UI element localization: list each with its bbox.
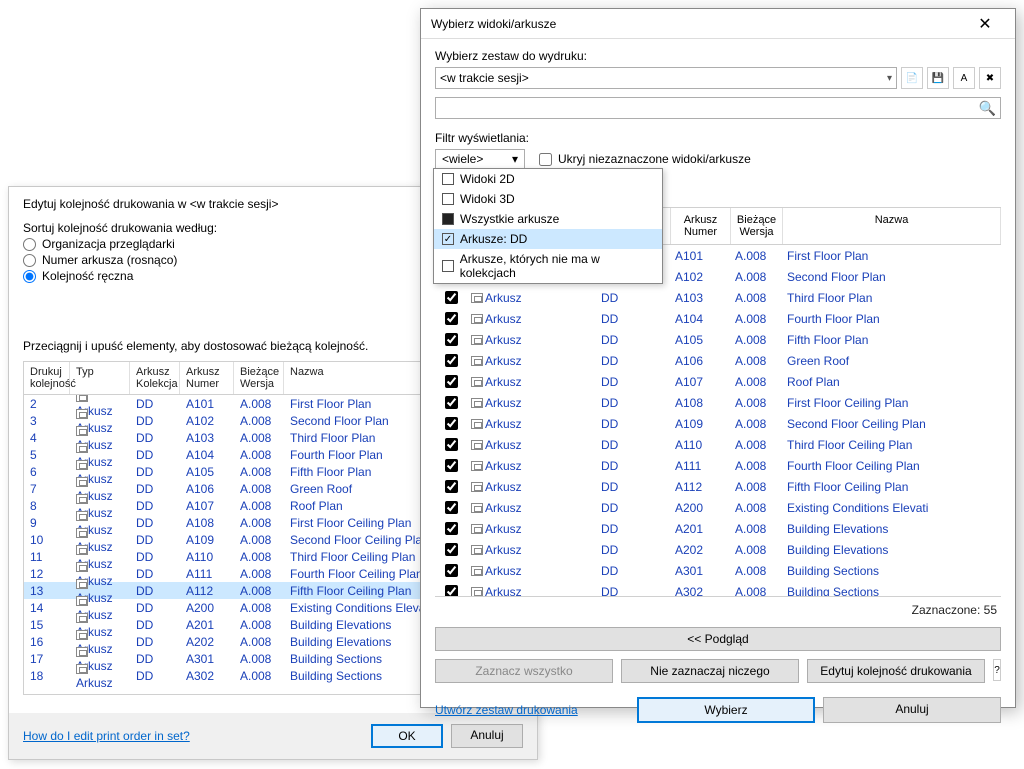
checkbox-icon	[442, 260, 454, 272]
search-input[interactable]: 🔍	[435, 97, 1001, 119]
table-row[interactable]: ArkuszDDA105A.008Fifth Floor Plan	[435, 329, 1001, 350]
sheet-icon	[471, 440, 483, 450]
sheet-icon	[471, 587, 483, 597]
sheet-icon	[76, 596, 88, 606]
sheet-icon	[471, 293, 483, 303]
sheet-icon	[76, 562, 88, 572]
sheet-icon	[76, 613, 88, 623]
print-set-dropdown[interactable]: <w trakcie sesji>▾	[435, 67, 897, 89]
print-set-label: Wybierz zestaw do wydruku:	[435, 49, 1001, 63]
sheet-icon	[76, 528, 88, 538]
table-row[interactable]: ArkuszDDA107A.008Roof Plan	[435, 371, 1001, 392]
delete-icon[interactable]: ✖	[979, 67, 1001, 89]
sheet-icon	[76, 579, 88, 589]
table-row[interactable]: ArkuszDDA302A.008Building Sections	[435, 581, 1001, 597]
sheet-icon	[76, 426, 88, 436]
save-icon[interactable]: 💾	[927, 67, 949, 89]
filter-menu-item[interactable]: Widoki 3D	[434, 189, 662, 209]
filter-menu-item[interactable]: Wszystkie arkusze	[434, 209, 662, 229]
copy-icon[interactable]: 📄	[901, 67, 923, 89]
sheet-icon	[471, 398, 483, 408]
sheet-icon	[471, 503, 483, 513]
select-views-sheets-dialog: Wybierz widoki/arkusze ✕ Wybierz zestaw …	[420, 8, 1016, 708]
sheet-icon	[471, 524, 483, 534]
sheet-icon	[471, 335, 483, 345]
filter-menu-item[interactable]: Arkusze, których nie ma w kolekcjach	[434, 249, 662, 283]
selected-count: Zaznaczone: 55	[435, 597, 1001, 619]
table-row[interactable]: ArkuszDDA202A.008Building Elevations	[435, 539, 1001, 560]
display-filter-dropdown[interactable]: <wiele>▾	[435, 149, 525, 169]
checkbox-icon	[442, 233, 454, 245]
table-row[interactable]: ArkuszDDA109A.008Second Floor Ceiling Pl…	[435, 413, 1001, 434]
sheet-icon	[471, 461, 483, 471]
sheet-icon	[76, 545, 88, 555]
table-row[interactable]: ArkuszDDA110A.008Third Floor Ceiling Pla…	[435, 434, 1001, 455]
help-link[interactable]: How do I edit print order in set?	[23, 729, 190, 743]
titlebar[interactable]: Wybierz widoki/arkusze ✕	[421, 9, 1015, 39]
filter-menu-item[interactable]: Widoki 2D	[434, 169, 662, 189]
checkbox-icon	[442, 173, 454, 185]
sheet-icon	[76, 647, 88, 657]
sheet-icon	[76, 630, 88, 640]
sheet-icon	[76, 664, 88, 674]
hide-unchecked-checkbox[interactable]: Ukryj niezaznaczone widoki/arkusze	[539, 152, 751, 166]
sheet-icon	[471, 419, 483, 429]
table-row[interactable]: ArkuszDDA301A.008Building Sections	[435, 560, 1001, 581]
display-filter-menu[interactable]: Widoki 2DWidoki 3DWszystkie arkuszeArkus…	[433, 168, 663, 284]
chevron-down-icon: ▾	[512, 152, 518, 166]
sheet-icon	[76, 477, 88, 487]
preview-button[interactable]: << Podgląd	[435, 627, 1001, 651]
table-row[interactable]: ArkuszDDA106A.008Green Roof	[435, 350, 1001, 371]
cancel-button[interactable]: Anuluj	[823, 697, 1001, 723]
choose-button[interactable]: Wybierz	[637, 697, 815, 723]
sheet-icon	[471, 377, 483, 387]
sheet-icon	[76, 494, 88, 504]
create-print-set-link[interactable]: Utwórz zestaw drukowania	[435, 703, 578, 717]
select-none-button[interactable]: Nie zaznaczaj niczego	[621, 659, 799, 683]
sheet-icon	[471, 482, 483, 492]
close-icon[interactable]: ✕	[965, 11, 1005, 37]
sheet-icon	[76, 409, 88, 419]
sheet-icon	[76, 460, 88, 470]
search-icon: 🔍	[979, 100, 996, 117]
help-icon[interactable]: ?	[993, 659, 1001, 681]
table-row[interactable]: ArkuszDDA200A.008Existing Conditions Ele…	[435, 497, 1001, 518]
table-row[interactable]: ArkuszDDA103A.008Third Floor Plan	[435, 287, 1001, 308]
sheet-icon	[76, 443, 88, 453]
filter-menu-item[interactable]: Arkusze: DD	[434, 229, 662, 249]
sheet-icon	[471, 545, 483, 555]
checkbox-icon	[442, 193, 454, 205]
sheet-icon	[471, 314, 483, 324]
views-table[interactable]: A101A.008First Floor PlanA102A.008Second…	[435, 245, 1001, 597]
table-row[interactable]: ArkuszDDA108A.008First Floor Ceiling Pla…	[435, 392, 1001, 413]
checkbox-icon	[442, 213, 454, 225]
table-row[interactable]: ArkuszDDA201A.008Building Elevations	[435, 518, 1001, 539]
rename-icon[interactable]: A	[953, 67, 975, 89]
sheet-icon	[76, 511, 88, 521]
table-row[interactable]: ArkuszDDA112A.008Fifth Floor Ceiling Pla…	[435, 476, 1001, 497]
display-filter-label: Filtr wyświetlania:	[435, 131, 1001, 145]
chevron-down-icon: ▾	[887, 73, 892, 84]
table-row[interactable]: ArkuszDDA111A.008Fourth Floor Ceiling Pl…	[435, 455, 1001, 476]
dialog-title: Wybierz widoki/arkusze	[431, 17, 556, 31]
sheet-icon	[471, 356, 483, 366]
select-all-button[interactable]: Zaznacz wszystko	[435, 659, 613, 683]
edit-print-order-button[interactable]: Edytuj kolejność drukowania	[807, 659, 985, 683]
table-row[interactable]: ArkuszDDA104A.008Fourth Floor Plan	[435, 308, 1001, 329]
sheet-icon	[76, 395, 88, 402]
sheet-icon	[471, 566, 483, 576]
